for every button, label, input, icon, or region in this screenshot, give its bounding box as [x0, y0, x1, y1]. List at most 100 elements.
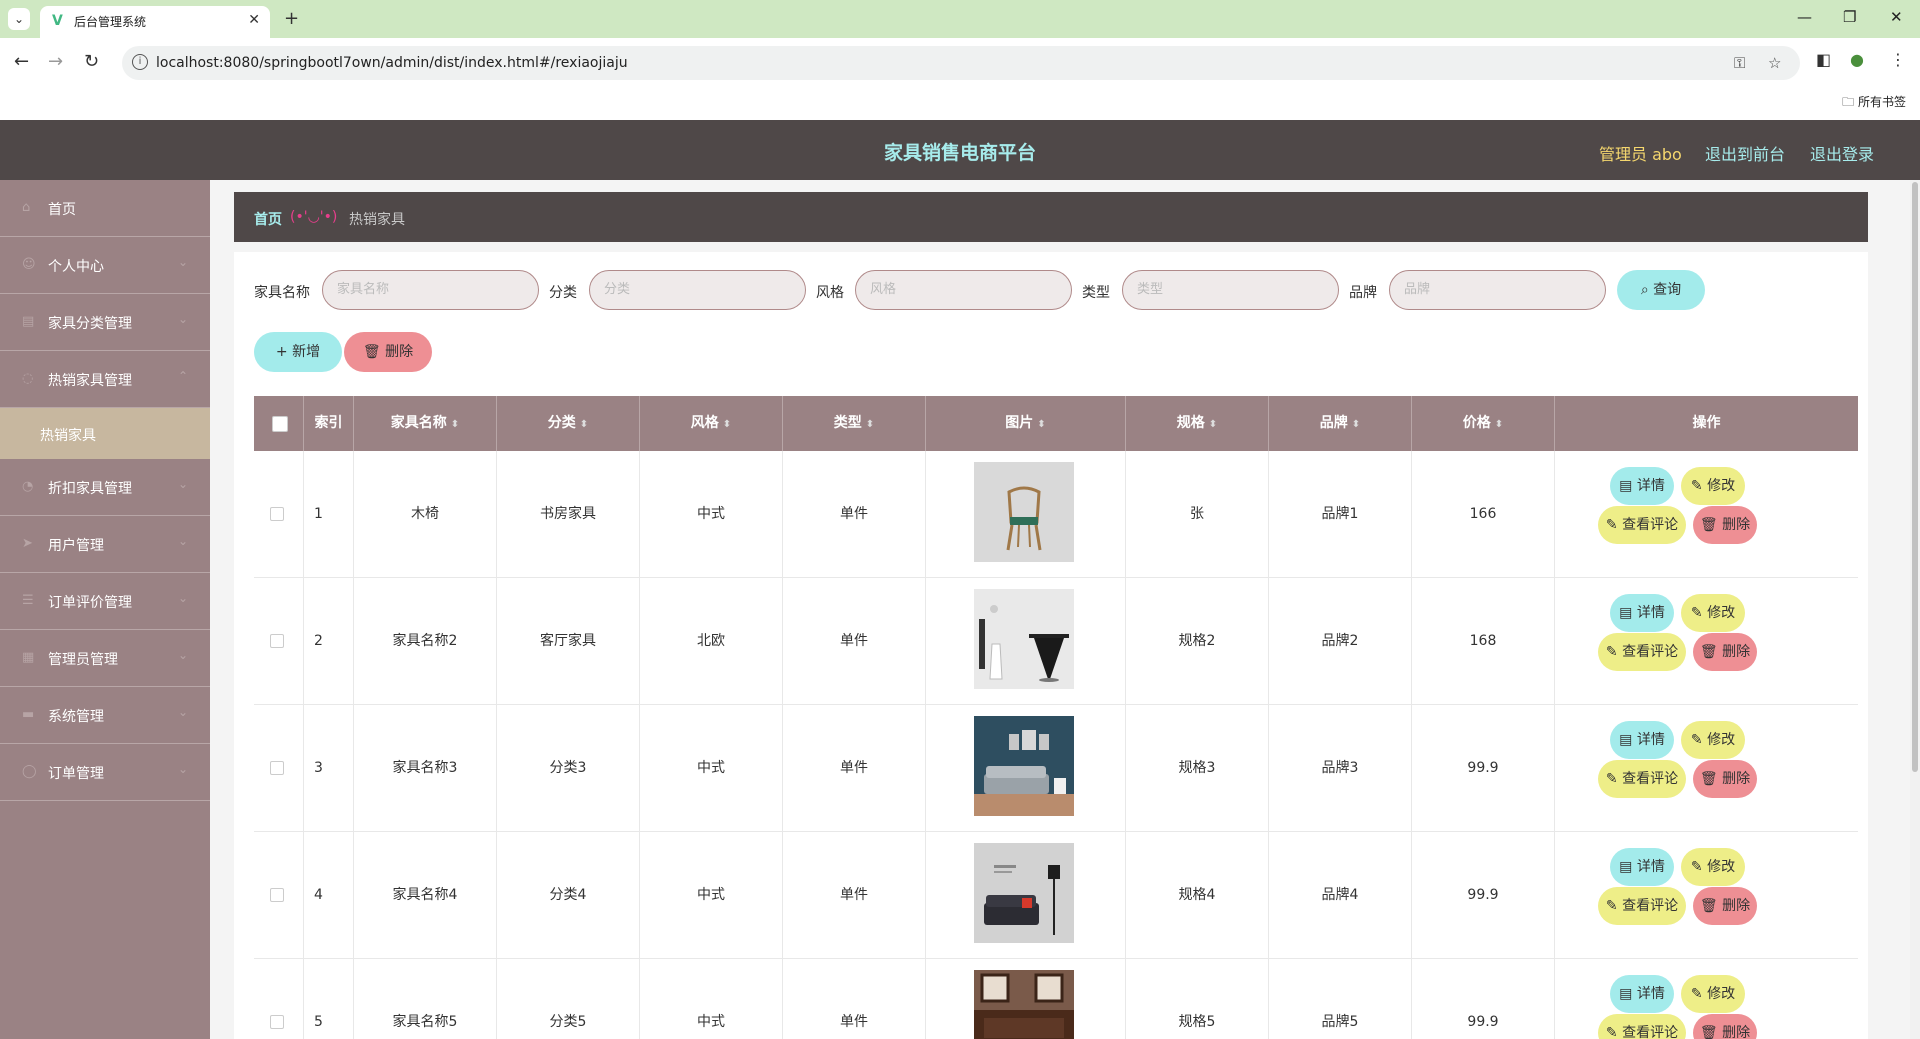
sort-icon[interactable]: ⬍ [1209, 419, 1217, 430]
sort-icon[interactable]: ⬍ [866, 419, 874, 430]
restore-icon[interactable]: ❐ [1843, 8, 1856, 26]
row-checkbox[interactable] [270, 888, 284, 902]
new-tab-icon[interactable]: + [284, 8, 299, 29]
minimize-icon[interactable]: — [1797, 8, 1812, 26]
add-button[interactable]: + 新增 [254, 332, 342, 372]
sofa-room-image[interactable] [974, 716, 1074, 816]
cabinet-image[interactable] [974, 970, 1074, 1039]
edit-button[interactable]: ✎ 修改 [1681, 594, 1745, 632]
browser-tab[interactable]: V 后台管理系统 ✕ [40, 6, 270, 38]
row-delete-button[interactable]: 🗑 删除 [1693, 1014, 1757, 1039]
reload-icon[interactable]: ↻ [84, 51, 99, 72]
view-reviews-button[interactable]: ✎ 查看评论 [1598, 887, 1686, 925]
forward-icon[interactable]: → [48, 51, 63, 72]
type-search-input[interactable]: 类型 [1122, 270, 1339, 310]
tab-search-button[interactable]: ⌄ [8, 8, 30, 30]
sort-icon[interactable]: ⬍ [1495, 419, 1503, 430]
sort-icon[interactable]: ⬍ [1037, 419, 1045, 430]
row-select-cell [254, 959, 304, 1039]
sort-icon[interactable]: ⬍ [451, 419, 459, 430]
sidebar-item-discount[interactable]: ◔ 折扣家具管理 ⌄ [0, 459, 210, 516]
detail-button[interactable]: ▤ 详情 [1610, 467, 1674, 505]
sidebar-item-category[interactable]: ▤ 家具分类管理 ⌄ [0, 294, 210, 351]
sidebar-item-profile[interactable]: ☺ 个人中心 ⌄ [0, 237, 210, 294]
window-close-icon[interactable]: ✕ [1890, 8, 1903, 26]
edit-button[interactable]: ✎ 修改 [1681, 721, 1745, 759]
col-spec[interactable]: 规格 ⬍ [1126, 396, 1269, 451]
col-category[interactable]: 分类 ⬍ [497, 396, 640, 451]
brand-search-input[interactable]: 品牌 [1389, 270, 1606, 310]
detail-button[interactable]: ▤ 详情 [1610, 594, 1674, 632]
table-image[interactable] [974, 589, 1074, 689]
view-reviews-button-label: 查看评论 [1622, 771, 1679, 787]
sort-icon[interactable]: ⬍ [580, 419, 588, 430]
chair-image[interactable] [974, 462, 1074, 562]
sort-icon[interactable]: ⬍ [723, 419, 731, 430]
detail-button[interactable]: ▤ 详情 [1610, 848, 1674, 886]
all-bookmarks[interactable]: 🗀 所有书签 [1842, 93, 1906, 114]
row-delete-button[interactable]: 🗑 删除 [1693, 506, 1757, 544]
edit-button[interactable]: ✎ 修改 [1681, 975, 1745, 1013]
row-select-cell [254, 705, 304, 832]
col-brand[interactable]: 品牌 ⬍ [1269, 396, 1412, 451]
view-reviews-button[interactable]: ✎ 查看评论 [1598, 1014, 1686, 1039]
sidebar-item-admins[interactable]: ▦ 管理员管理 ⌄ [0, 630, 210, 687]
name-search-input[interactable]: 家具名称 [322, 270, 539, 310]
sidebar-item-orders[interactable]: ◯ 订单管理 ⌄ [0, 744, 210, 801]
profile-avatar-icon[interactable]: ● [1850, 50, 1864, 69]
detail-button[interactable]: ▤ 详情 [1610, 721, 1674, 759]
view-reviews-button[interactable]: ✎ 查看评论 [1598, 506, 1686, 544]
query-button[interactable]: ⌕ 查询 [1617, 270, 1705, 310]
more-menu-icon[interactable]: ⋮ [1890, 50, 1906, 69]
row-delete-button[interactable]: 🗑 删除 [1693, 633, 1757, 671]
view-reviews-button[interactable]: ✎ 查看评论 [1598, 633, 1686, 671]
col-name[interactable]: 家具名称 ⬍ [354, 396, 497, 451]
cell-index: 3 [304, 705, 354, 832]
admin-icon: ▦ [22, 650, 35, 665]
row-checkbox[interactable] [270, 1015, 284, 1029]
cell-price: 99.9 [1412, 705, 1555, 832]
sort-icon[interactable]: ⬍ [1352, 419, 1360, 430]
main-content: 首页 (•'◡'•) 热销家具 家具名称 家具名称 分类 分类 风格 风格 类型… [210, 180, 1920, 1039]
row-checkbox[interactable] [270, 634, 284, 648]
category-search-input[interactable]: 分类 [589, 270, 806, 310]
sidebar-item-hot[interactable]: ◌ 热销家具管理 ⌃ [0, 351, 210, 408]
side-panel-icon[interactable]: ◧ [1816, 50, 1831, 69]
bookmark-star-icon[interactable]: ☆ [1768, 54, 1781, 72]
logout-link[interactable]: 退出登录 [1810, 141, 1874, 165]
row-checkbox[interactable] [270, 761, 284, 775]
style-search-input[interactable]: 风格 [855, 270, 1072, 310]
scrollbar-thumb[interactable] [1912, 182, 1918, 772]
view-reviews-button[interactable]: ✎ 查看评论 [1598, 760, 1686, 798]
detail-button[interactable]: ▤ 详情 [1610, 975, 1674, 1013]
row-delete-button[interactable]: 🗑 删除 [1693, 760, 1757, 798]
app-header: 家具销售电商平台 管理员 abo 退出到前台 退出登录 [0, 120, 1920, 180]
cell-category: 分类3 [497, 705, 640, 832]
page-scrollbar[interactable] [1910, 180, 1920, 1039]
col-style[interactable]: 风格 ⬍ [640, 396, 783, 451]
row-checkbox[interactable] [270, 507, 284, 521]
batch-delete-button[interactable]: 🗑 删除 [344, 332, 432, 372]
sofa-lamp-image[interactable] [974, 843, 1074, 943]
col-price[interactable]: 价格 ⬍ [1412, 396, 1555, 451]
row-delete-button[interactable]: 🗑 删除 [1693, 887, 1757, 925]
to-front-link[interactable]: 退出到前台 [1705, 141, 1785, 165]
back-icon[interactable]: ← [14, 51, 29, 72]
sidebar-item-system[interactable]: ▬ 系统管理 ⌄ [0, 687, 210, 744]
breadcrumb-home[interactable]: 首页 [254, 209, 282, 229]
col-type[interactable]: 类型 ⬍ [783, 396, 926, 451]
password-key-icon[interactable]: ⚿ [1734, 54, 1745, 72]
sidebar-item-home[interactable]: ⌂ 首页 [0, 180, 210, 237]
sidebar-subitem-hot-furniture[interactable]: 热销家具 [0, 408, 210, 459]
site-info-icon[interactable]: i [132, 54, 148, 70]
tab-close-icon[interactable]: ✕ [248, 12, 260, 28]
sidebar-item-users[interactable]: ➤ 用户管理 ⌄ [0, 516, 210, 573]
url-text[interactable]: localhost:8080/springbootl7own/admin/dis… [156, 55, 628, 71]
edit-button[interactable]: ✎ 修改 [1681, 467, 1745, 505]
select-all-checkbox[interactable] [272, 416, 288, 432]
address-bar[interactable]: i localhost:8080/springbootl7own/admin/d… [122, 46, 1800, 80]
cell-type: 单件 [783, 451, 926, 578]
col-image[interactable]: 图片 ⬍ [926, 396, 1126, 451]
sidebar-item-reviews[interactable]: ☰ 订单评价管理 ⌄ [0, 573, 210, 630]
edit-button[interactable]: ✎ 修改 [1681, 848, 1745, 886]
